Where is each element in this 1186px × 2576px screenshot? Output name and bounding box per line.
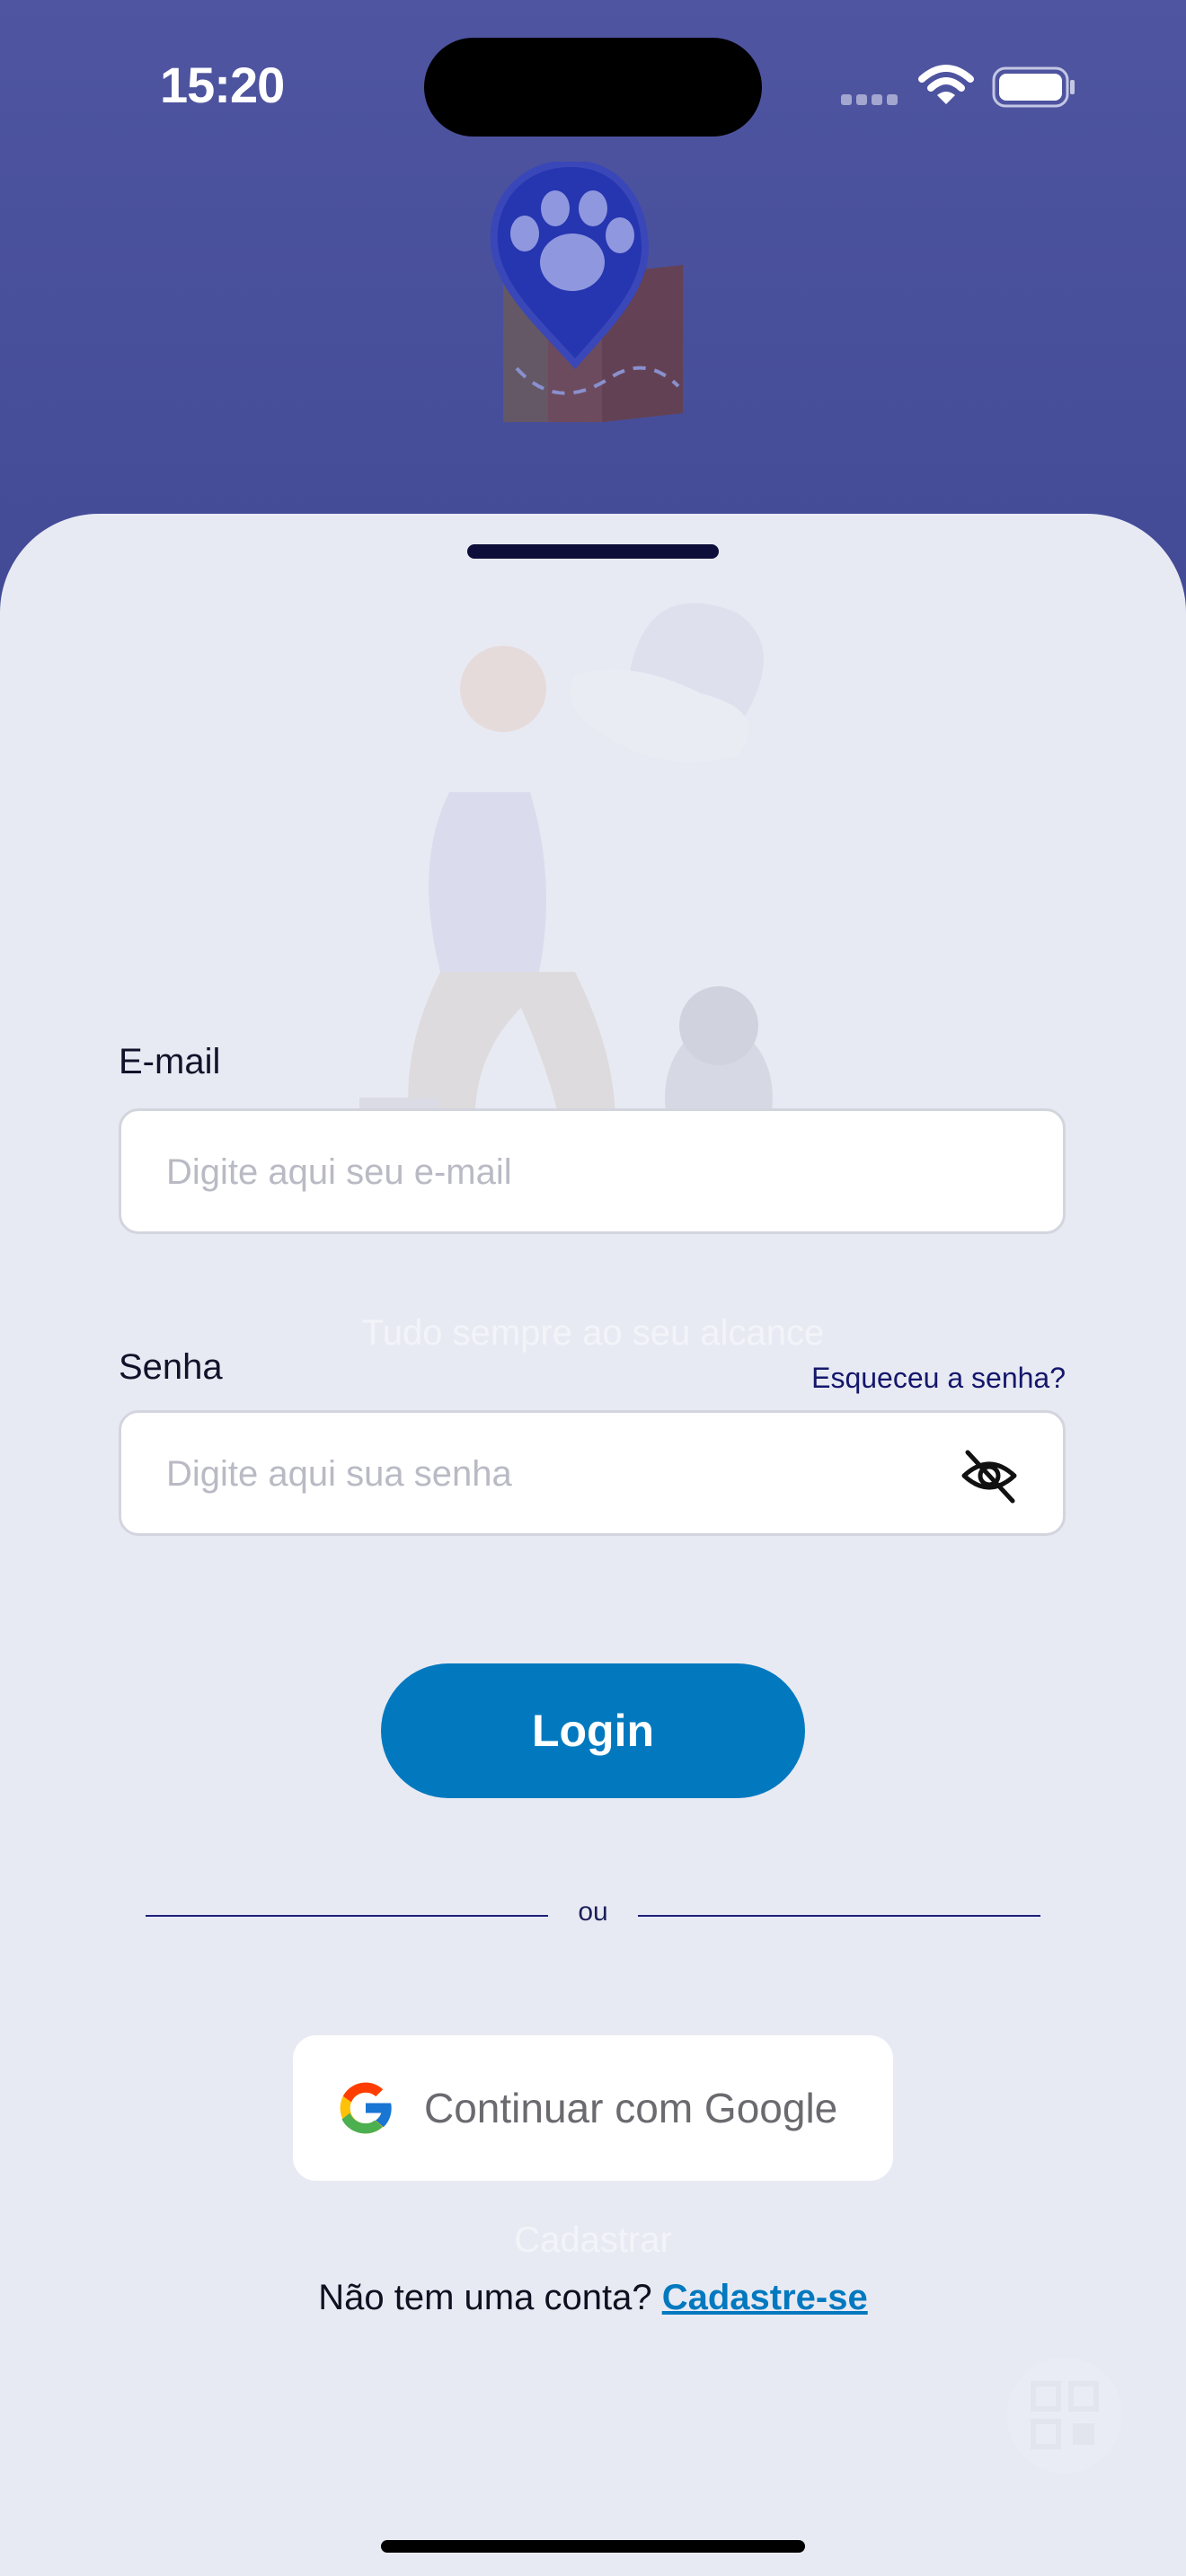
email-input[interactable]: [164, 1111, 977, 1233]
password-field[interactable]: [119, 1410, 1066, 1536]
wifi-icon: [918, 65, 974, 104]
divider-right: [638, 1915, 1040, 1917]
battery-icon: [992, 66, 1075, 108]
forgot-password-link[interactable]: Esqueceu a senha?: [791, 1362, 1066, 1395]
google-signin-button[interactable]: Continuar com Google: [293, 2035, 893, 2181]
signup-link[interactable]: Cadastre-se: [662, 2278, 868, 2317]
qr-code-icon: [1007, 2358, 1122, 2473]
divider-or-text: ou: [578, 1897, 608, 1927]
divider-left: [146, 1915, 548, 1917]
signup-row: Não tem uma conta? Cadastre-se: [0, 2278, 1186, 2318]
cellular-signal-icon: [841, 93, 902, 110]
login-button[interactable]: Login: [381, 1663, 805, 1798]
email-label: E-mail: [119, 1042, 221, 1081]
sheet-grabber[interactable]: [467, 544, 719, 559]
ghost-cadastrar-button: Cadastrar: [514, 2220, 672, 2260]
paw-map-pin-logo: [490, 162, 683, 422]
signup-prompt: Não tem uma conta?: [318, 2278, 652, 2317]
home-indicator: [381, 2540, 805, 2553]
status-bar: 15:20: [0, 0, 1186, 162]
eye-off-icon[interactable]: [959, 1445, 1020, 1506]
email-field[interactable]: [119, 1108, 1066, 1234]
google-button-label: Continuar com Google: [424, 2085, 838, 2131]
login-sheet: Tudo sempre ao seu alcance Cadastrar: [0, 514, 1186, 2576]
dynamic-island: [424, 38, 762, 137]
google-icon: [340, 2082, 394, 2134]
password-label: Senha: [119, 1347, 223, 1387]
password-input[interactable]: [164, 1413, 977, 1535]
status-time: 15:20: [160, 57, 285, 113]
